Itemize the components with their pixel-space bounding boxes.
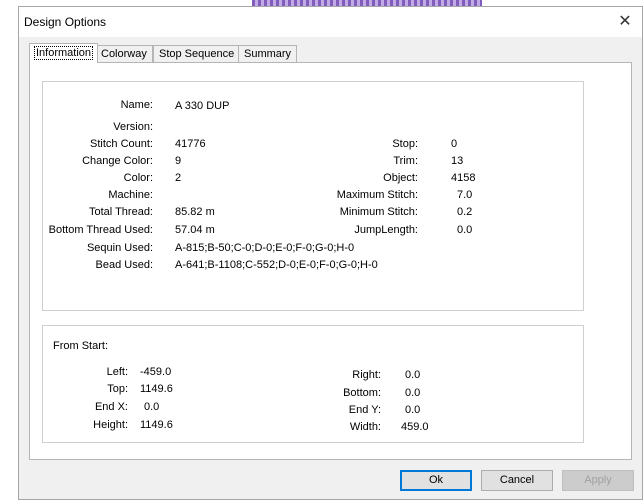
bottom-label: Bottom: bbox=[343, 387, 381, 399]
sequin-value: A-815;B-50;C-0;D-0;E-0;F-0;G-0;H-0 bbox=[175, 242, 355, 254]
machine-label: Machine: bbox=[108, 189, 153, 201]
change-color-label: Change Color: bbox=[82, 155, 153, 167]
bead-value: A-641;B-1108;C-552;D-0;E-0;F-0;G-0;H-0 bbox=[175, 259, 378, 271]
apply-button[interactable]: Apply bbox=[562, 470, 634, 491]
title-bar: Design Options ✕ bbox=[19, 7, 642, 37]
stitch-count-value: 41776 bbox=[175, 138, 206, 150]
bottom-value: 0.0 bbox=[405, 387, 421, 399]
change-color-value: 9 bbox=[175, 155, 182, 167]
color-value: 2 bbox=[175, 172, 182, 184]
width-label: Width: bbox=[349, 421, 381, 433]
object-value: 4158 bbox=[451, 172, 476, 184]
bottom-thread-label: Bottom Thread Used: bbox=[48, 224, 153, 236]
right-value: 0.0 bbox=[405, 369, 421, 381]
top-value: 1149.6 bbox=[140, 383, 173, 395]
total-thread-label: Total Thread: bbox=[88, 206, 153, 218]
name-label: Name: bbox=[120, 99, 153, 111]
tab-stop-sequence[interactable]: Stop Sequence bbox=[153, 45, 241, 62]
tab-information[interactable]: Information bbox=[29, 43, 99, 63]
min-stitch-value: 0.2 bbox=[457, 206, 473, 218]
end-y-value: 0.0 bbox=[405, 404, 421, 416]
total-thread-value: 85.82 m bbox=[175, 206, 215, 218]
background-area bbox=[0, 0, 18, 500]
end-x-label: End X: bbox=[94, 401, 128, 413]
name-value: A 330 DUP bbox=[175, 100, 230, 112]
height-value: 1149.6 bbox=[140, 419, 173, 431]
left-label: Left: bbox=[106, 366, 128, 378]
top-label: Top: bbox=[107, 383, 128, 395]
from-start-group: From Start: Left: -459.0 Top: 1149.6 End… bbox=[42, 325, 584, 443]
close-icon[interactable]: ✕ bbox=[614, 10, 636, 32]
from-start-title: From Start: bbox=[53, 340, 109, 352]
stop-label: Stop: bbox=[392, 138, 418, 150]
bead-label: Bead Used: bbox=[95, 259, 153, 271]
tab-summary[interactable]: Summary bbox=[238, 45, 298, 62]
jump-length-label: JumpLength: bbox=[354, 224, 418, 236]
trim-value: 13 bbox=[451, 155, 464, 167]
jump-length-value: 0.0 bbox=[457, 224, 473, 236]
right-label: Right: bbox=[352, 369, 381, 381]
tab-colorway[interactable]: Colorway bbox=[95, 45, 153, 62]
object-label: Object: bbox=[383, 172, 418, 184]
end-y-label: End Y: bbox=[348, 404, 381, 416]
information-panel: Name: A 330 DUP Version: Stitch Count: 4… bbox=[29, 62, 632, 460]
trim-label: Trim: bbox=[393, 155, 418, 167]
left-value: -459.0 bbox=[140, 366, 172, 378]
bottom-thread-value: 57.04 m bbox=[175, 224, 215, 236]
design-info-group: Name: A 330 DUP Version: Stitch Count: 4… bbox=[42, 81, 584, 311]
max-stitch-value: 7.0 bbox=[457, 189, 473, 201]
stitch-count-label: Stitch Count: bbox=[90, 138, 153, 150]
color-label: Color: bbox=[123, 172, 153, 184]
min-stitch-label: Minimum Stitch: bbox=[339, 206, 418, 218]
max-stitch-label: Maximum Stitch: bbox=[336, 189, 418, 201]
cancel-button[interactable]: Cancel bbox=[481, 470, 553, 491]
ok-button[interactable]: Ok bbox=[400, 470, 472, 491]
version-label: Version: bbox=[113, 121, 153, 133]
end-x-value: 0.0 bbox=[144, 401, 160, 413]
dialog-title: Design Options bbox=[24, 15, 107, 29]
design-options-dialog: Design Options ✕ Information Colorway St… bbox=[18, 6, 643, 500]
width-value: 459.0 bbox=[401, 421, 429, 433]
stop-value: 0 bbox=[451, 138, 458, 150]
sequin-label: Sequin Used: bbox=[86, 242, 153, 254]
height-label: Height: bbox=[93, 419, 128, 431]
